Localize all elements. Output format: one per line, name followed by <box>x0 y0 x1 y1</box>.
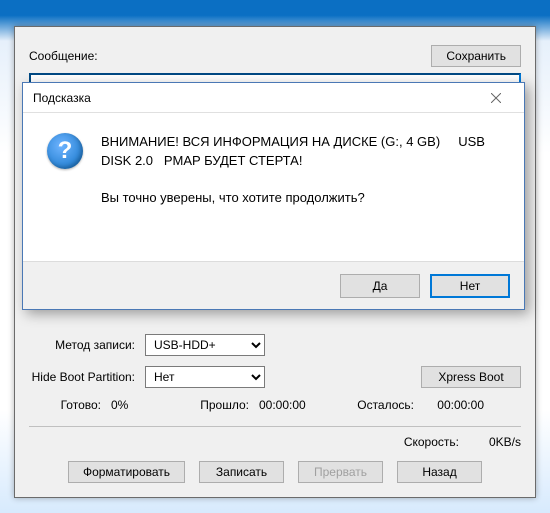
remaining-value: 00:00:00 <box>424 398 484 412</box>
no-button[interactable]: Нет <box>430 274 510 298</box>
question-icon: ? <box>47 133 83 169</box>
hide-boot-select[interactable]: Нет <box>145 366 265 388</box>
speed-label: Скорость: <box>404 435 459 449</box>
write-button[interactable]: Записать <box>199 461 284 483</box>
dialog-title: Подсказка <box>33 91 91 105</box>
back-button[interactable]: Назад <box>397 461 482 483</box>
save-button[interactable]: Сохранить <box>431 45 521 67</box>
yes-button[interactable]: Да <box>340 274 420 298</box>
dialog-confirm-text: Вы точно уверены, что хотите продолжить? <box>101 189 500 208</box>
remaining-label: Осталось: <box>339 398 414 412</box>
dialog-titlebar[interactable]: Подсказка <box>23 83 524 113</box>
speed-value: 0KB/s <box>489 435 521 449</box>
elapsed-value: 00:00:00 <box>259 398 329 412</box>
ready-label: Готово: <box>29 398 101 412</box>
lower-panel: Метод записи: USB-HDD+ Hide Boot Partiti… <box>29 334 521 483</box>
dialog-footer: Да Нет <box>23 261 524 309</box>
write-method-select[interactable]: USB-HDD+ <box>145 334 265 356</box>
divider <box>29 426 521 427</box>
abort-button: Прервать <box>298 461 383 483</box>
hide-boot-label: Hide Boot Partition: <box>29 370 139 384</box>
ready-value: 0% <box>111 398 161 412</box>
elapsed-label: Прошло: <box>171 398 249 412</box>
xpress-boot-button[interactable]: Xpress Boot <box>421 366 521 388</box>
dialog-text: ВНИМАНИЕ! ВСЯ ИНФОРМАЦИЯ НА ДИСКЕ (G:, 4… <box>101 133 500 251</box>
dialog-warning-text: ВНИМАНИЕ! ВСЯ ИНФОРМАЦИЯ НА ДИСКЕ (G:, 4… <box>101 133 500 171</box>
message-label: Сообщение: <box>29 49 98 63</box>
confirm-dialog: Подсказка ? ВНИМАНИЕ! ВСЯ ИНФОРМАЦИЯ НА … <box>22 82 525 310</box>
close-icon[interactable] <box>476 86 516 110</box>
format-button[interactable]: Форматировать <box>68 461 185 483</box>
write-method-label: Метод записи: <box>29 338 139 352</box>
